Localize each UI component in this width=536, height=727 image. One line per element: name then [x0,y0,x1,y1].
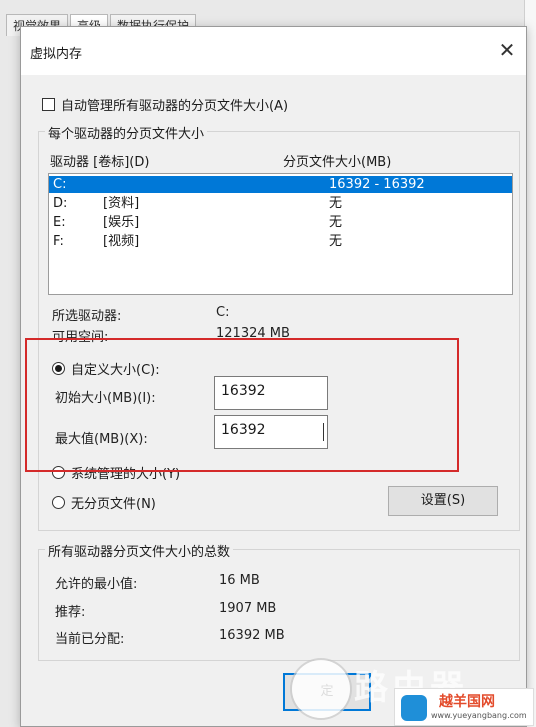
highlight-box [25,338,459,472]
dialog-title: 虚拟内存 [30,47,83,62]
drive-list[interactable]: C: 16392 - 16392 D: [资料] 无 E: [娱乐] 无 F: … [48,173,513,295]
brand-url: www.yueyangbang.com [431,711,527,720]
min-allowed-label: 允许的最小值: [55,577,138,592]
recommended-label: 推荐: [55,605,86,620]
auto-manage-row[interactable]: 自动管理所有驱动器的分页文件大小(A) [42,95,288,114]
min-allowed-value: 16 MB [219,573,260,588]
size-column-header: 分页文件大小(MB) [283,155,392,170]
selected-drive-label: 所选驱动器: [52,309,122,324]
current-allocated-label: 当前已分配: [55,632,125,647]
brand-logo-icon [401,695,427,721]
brand-name: 越羊国网 [439,694,495,710]
selected-drive-value: C: [216,305,230,320]
drive-size: 无 [329,234,343,249]
watermark-logo-icon [292,660,350,718]
drive-size: 16392 - 16392 [329,177,425,192]
set-button[interactable]: 设置(S) [388,486,498,516]
drive-size: 无 [329,215,343,230]
auto-manage-label: 自动管理所有驱动器的分页文件大小(A) [61,99,289,114]
drive-row-e[interactable]: E: [娱乐] 无 [49,214,512,231]
no-paging-label: 无分页文件(N) [71,497,156,512]
drive-row-f[interactable]: F: [视频] 无 [49,233,512,250]
recommended-value: 1907 MB [219,601,277,616]
drive-letter: C: [53,177,67,192]
close-icon: ✕ [498,38,516,62]
drive-label: [视频] [103,234,140,249]
no-paging-row[interactable]: 无分页文件(N) [52,493,156,512]
drive-row-d[interactable]: D: [资料] 无 [49,195,512,212]
current-allocated-value: 16392 MB [219,628,285,643]
drive-row-c[interactable]: C: 16392 - 16392 [49,176,512,193]
drive-label: [资料] [103,196,140,211]
drive-label: [娱乐] [103,215,140,230]
close-button[interactable]: ✕ [490,35,524,65]
drive-letter: F: [53,234,64,249]
totals-group-title: 所有驱动器分页文件大小的总数 [45,541,234,560]
no-paging-radio[interactable] [52,496,65,509]
brand-badge: 越羊国网 www.yueyangbang.com [394,688,534,726]
drive-size: 无 [329,196,343,211]
auto-manage-checkbox[interactable] [42,98,55,111]
drive-column-header: 驱动器 [卷标](D) [50,155,150,170]
per-drive-group-title: 每个驱动器的分页文件大小 [45,123,208,142]
dialog-titlebar: 虚拟内存 ✕ [21,27,526,75]
drive-letter: E: [53,215,66,230]
drive-letter: D: [53,196,68,211]
